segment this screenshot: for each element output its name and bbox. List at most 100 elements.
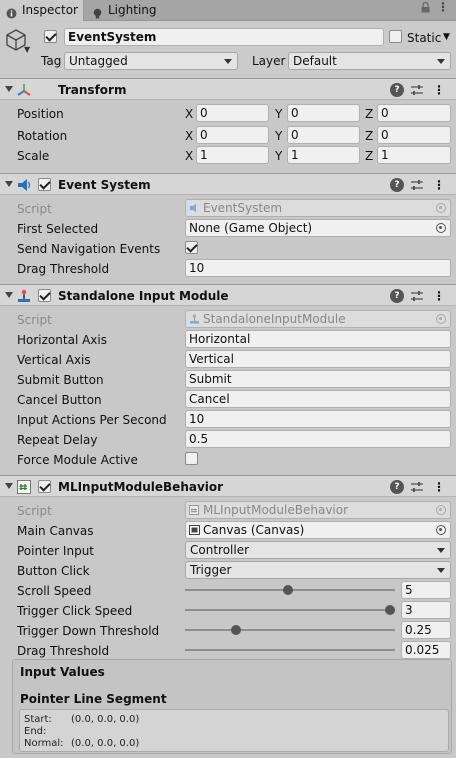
horizontal-axis-field[interactable]: Horizontal [185, 330, 451, 348]
more-icon[interactable]: ⋮ [437, 0, 449, 14]
pointer-input-dropdown[interactable]: Controller [185, 541, 451, 559]
trigger-click-speed-slider-thumb[interactable] [385, 605, 395, 615]
scroll-speed-slider-thumb[interactable] [282, 585, 293, 595]
rotation-z-axis-label[interactable]: Z [365, 129, 373, 143]
position-y-field[interactable]: 0 [287, 104, 360, 122]
scale-label: Scale [17, 149, 50, 163]
vertical-axis-field[interactable]: Vertical [185, 350, 451, 368]
rotation-y-axis-label[interactable]: Y [275, 129, 282, 143]
button-click-label: Button Click [17, 564, 90, 578]
presets-icon[interactable] [410, 178, 424, 192]
submit-button-field[interactable]: Submit [185, 370, 451, 388]
position-z-axis-label[interactable]: Z [365, 107, 373, 121]
gameobject-active-checkbox[interactable] [44, 30, 57, 43]
icon-picker-caret-icon[interactable]: ▼ [24, 45, 30, 54]
foldout-arrow-icon[interactable] [5, 483, 13, 489]
position-y-axis-label[interactable]: Y [275, 107, 282, 121]
scale-x-field[interactable]: 1 [196, 146, 269, 164]
rotation-x-axis-label[interactable]: X [185, 129, 193, 143]
input-actions-field[interactable]: 10 [185, 410, 451, 428]
tab-lighting[interactable]: Lighting [86, 0, 166, 21]
foldout-arrow-icon[interactable] [5, 86, 13, 92]
tab-inspector[interactable]: Inspector [0, 0, 84, 21]
position-x-field[interactable]: 0 [196, 104, 269, 122]
trigger-click-speed-slider-track[interactable] [185, 609, 395, 611]
context-menu-icon[interactable]: ⋮ [432, 289, 446, 303]
button-click-dropdown[interactable]: Trigger [185, 561, 451, 579]
send-navigation-checkbox[interactable] [185, 241, 198, 254]
position-z-field[interactable]: 0 [377, 104, 451, 122]
help-icon[interactable]: ? [390, 83, 404, 97]
event-system-header[interactable]: Event System ? ⋮ [0, 173, 456, 195]
presets-icon[interactable] [410, 480, 424, 494]
event-system-enabled-checkbox[interactable] [38, 178, 51, 191]
rotation-label: Rotation [17, 129, 68, 143]
event-system-script-value: EventSystem [203, 201, 283, 215]
chevron-down-icon [437, 568, 445, 573]
help-icon[interactable]: ? [390, 289, 404, 303]
tag-dropdown[interactable]: Untagged [64, 52, 238, 70]
ml-drag-threshold-field[interactable]: 0.025 [401, 641, 451, 659]
force-module-checkbox[interactable] [185, 452, 198, 465]
info-icon [6, 5, 17, 19]
first-selected-field[interactable]: None (Game Object) [185, 219, 451, 237]
standalone-header-icons: ? ⋮ [390, 289, 448, 303]
foldout-arrow-icon[interactable] [5, 292, 13, 298]
rotation-x-field[interactable]: 0 [196, 126, 269, 144]
presets-icon[interactable] [410, 289, 424, 303]
tab-bar: Inspector Lighting ⋮ [0, 0, 456, 21]
object-picker-icon[interactable] [436, 525, 446, 535]
lock-icon[interactable] [421, 1, 430, 16]
transform-header[interactable]: Transform ? ⋮ [0, 78, 456, 100]
context-menu-icon[interactable]: ⋮ [432, 178, 446, 192]
trigger-click-speed-field[interactable]: 3 [401, 601, 451, 619]
scale-y-axis-label[interactable]: Y [275, 149, 282, 163]
trigger-down-threshold-field[interactable]: 0.25 [401, 621, 451, 639]
main-canvas-field[interactable]: Canvas (Canvas) [185, 521, 451, 539]
rotation-y-field[interactable]: 0 [287, 126, 360, 144]
ml-input-enabled-checkbox[interactable] [38, 480, 51, 493]
static-dropdown-caret-icon[interactable]: ▼ [443, 30, 450, 44]
ml-input-header[interactable]: MLInputModuleBehavior ? ⋮ [0, 475, 456, 497]
standalone-title: Standalone Input Module [58, 289, 229, 303]
standalone-input-header[interactable]: Standalone Input Module ? ⋮ [0, 284, 456, 306]
standalone-enabled-checkbox[interactable] [38, 289, 51, 302]
scale-y-field[interactable]: 1 [287, 146, 360, 164]
scale-x-axis-label[interactable]: X [185, 149, 193, 163]
context-menu-icon[interactable]: ⋮ [432, 83, 446, 97]
help-icon[interactable]: ? [390, 480, 404, 494]
position-x-axis-label[interactable]: X [185, 107, 193, 121]
cancel-button-field[interactable]: Cancel [185, 390, 451, 408]
layer-label: Layer [252, 54, 286, 68]
repeat-delay-field[interactable]: 0.5 [185, 430, 451, 448]
trigger-down-threshold-slider-track[interactable] [185, 629, 395, 631]
drag-threshold-label: Drag Threshold [17, 262, 110, 276]
script-file-icon [189, 313, 200, 324]
context-menu-icon[interactable]: ⋮ [432, 480, 446, 494]
layer-dropdown[interactable]: Default [288, 52, 451, 70]
chevron-down-icon [224, 59, 232, 64]
tab-inspector-label: Inspector [22, 3, 78, 17]
scale-z-axis-label[interactable]: Z [365, 149, 373, 163]
horizontal-axis-label: Horizontal Axis [17, 333, 107, 347]
gameobject-name-field[interactable]: EventSystem [64, 28, 384, 46]
ml-drag-threshold-slider-track[interactable] [185, 649, 395, 651]
chevron-down-icon [437, 548, 445, 553]
scale-z-field[interactable]: 1 [377, 146, 451, 164]
joystick-icon [17, 289, 31, 303]
static-checkbox[interactable] [389, 30, 402, 43]
foldout-arrow-icon[interactable] [5, 181, 13, 187]
send-navigation-label: Send Navigation Events [17, 242, 161, 256]
help-icon[interactable]: ? [390, 178, 404, 192]
drag-threshold-field[interactable]: 10 [185, 259, 451, 277]
pointer-input-label: Pointer Input [17, 544, 94, 558]
presets-icon[interactable] [410, 83, 424, 97]
pointer-line-segment-title: Pointer Line Segment [20, 692, 167, 706]
rotation-z-field[interactable]: 0 [377, 126, 451, 144]
ml-script-label: Script [17, 504, 52, 518]
scroll-speed-field[interactable]: 5 [401, 581, 451, 599]
scroll-speed-label: Scroll Speed [17, 584, 92, 598]
trigger-down-threshold-slider-thumb[interactable] [231, 625, 242, 635]
object-picker-icon[interactable] [436, 223, 446, 233]
segment-normal-label: Normal: [24, 738, 64, 749]
